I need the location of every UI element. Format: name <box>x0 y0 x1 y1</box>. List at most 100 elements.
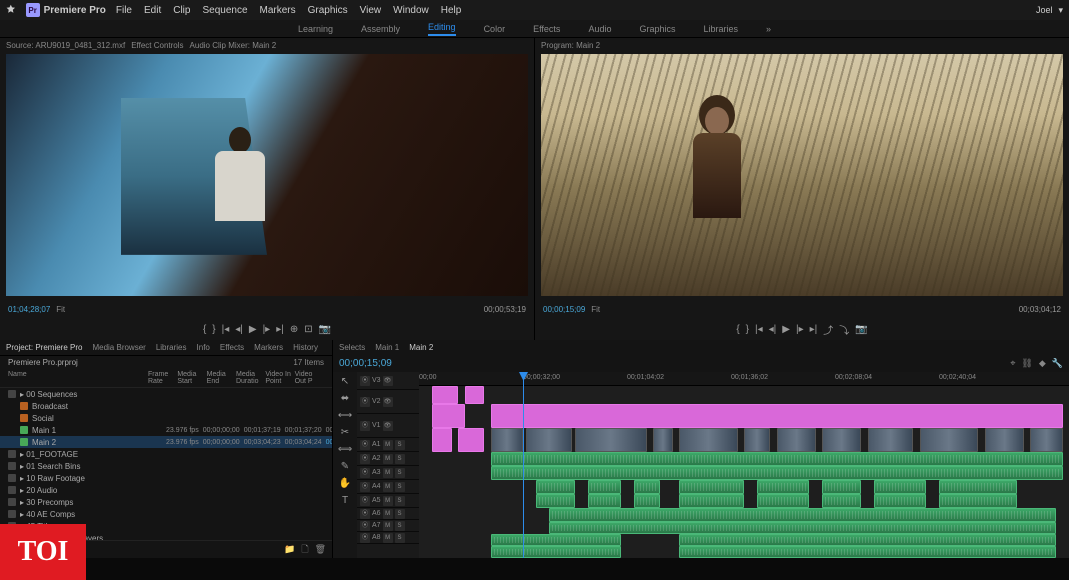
clip[interactable] <box>432 428 452 452</box>
audio-track-header[interactable]: ⦿A1MS <box>357 438 419 452</box>
audio-track-header[interactable]: ⦿A2MS <box>357 452 419 466</box>
marker-icon[interactable]: ◆ <box>1039 358 1046 369</box>
overwrite-icon[interactable]: ⊡ <box>304 324 312 335</box>
source-viewer[interactable] <box>6 54 528 296</box>
audio-track-header[interactable]: ⦿A4MS <box>357 480 419 494</box>
project-item[interactable]: ▸ 30 Precomps <box>0 496 332 508</box>
goto-out-icon[interactable]: ▸| <box>810 324 818 335</box>
program-zoom[interactable]: Fit <box>591 305 600 314</box>
mark-in-icon[interactable]: { <box>203 324 206 335</box>
column-header[interactable]: Media End <box>207 371 236 385</box>
audio-track-header[interactable]: ⦿A7MS <box>357 520 419 532</box>
new-bin-icon[interactable]: 📁 <box>284 544 295 555</box>
audio-clip[interactable] <box>588 494 621 508</box>
clip[interactable] <box>526 428 572 452</box>
audio-track-header[interactable]: ⦿A3MS <box>357 466 419 480</box>
audio-clip[interactable] <box>679 480 744 494</box>
workspace-libraries[interactable]: Libraries <box>703 24 738 34</box>
workspace-overflow-icon[interactable]: » <box>766 24 771 34</box>
audio-clip[interactable] <box>491 466 1063 480</box>
sequence-tab[interactable]: Main 1 <box>375 343 399 352</box>
project-tab[interactable]: History <box>293 343 318 352</box>
razor-tool-icon[interactable]: ✂ <box>341 427 349 438</box>
audio-clip[interactable] <box>822 494 861 508</box>
menu-clip[interactable]: Clip <box>173 5 190 16</box>
sequence-tab[interactable]: Main 2 <box>409 343 433 352</box>
project-tab[interactable]: Info <box>197 343 210 352</box>
audio-clip[interactable] <box>491 452 1063 466</box>
clip[interactable] <box>920 428 979 452</box>
audio-clip[interactable] <box>634 494 660 508</box>
track-select-icon[interactable]: ⬌ <box>341 393 349 404</box>
project-item[interactable]: ▸ 40 AE Comps <box>0 508 332 520</box>
source-tc-in[interactable]: 01;04;28;07 <box>8 305 50 314</box>
workspace-color[interactable]: Color <box>484 24 506 34</box>
mark-out-icon[interactable]: } <box>212 324 215 335</box>
audio-clip[interactable] <box>939 480 1017 494</box>
audio-clip[interactable] <box>874 494 926 508</box>
project-list[interactable]: ▸ 00 SequencesBroadcastSocialMain 123.97… <box>0 388 332 540</box>
wrench-icon[interactable]: 🔧 <box>1052 358 1063 369</box>
goto-in-icon[interactable]: |◂ <box>755 324 763 335</box>
mark-in-icon[interactable]: { <box>736 324 739 335</box>
menu-sequence[interactable]: Sequence <box>202 5 247 16</box>
audio-clip[interactable] <box>679 494 744 508</box>
step-back-icon[interactable]: ◂| <box>235 324 243 335</box>
menu-view[interactable]: View <box>360 5 382 16</box>
workspace-graphics[interactable]: Graphics <box>639 24 675 34</box>
column-header[interactable]: Name <box>8 371 148 385</box>
program-viewer[interactable] <box>541 54 1063 296</box>
timeline-ruler[interactable]: 00;0000;00;32;0000;01;04;0200;01;36;0200… <box>419 372 1069 386</box>
column-header[interactable]: Media Duratio <box>236 371 265 385</box>
audio-clip[interactable] <box>634 480 660 494</box>
audio-clip[interactable] <box>679 546 1056 558</box>
program-title[interactable]: Program: Main 2 <box>541 41 600 50</box>
menu-graphics[interactable]: Graphics <box>308 5 348 16</box>
menu-markers[interactable]: Markers <box>260 5 296 16</box>
column-header[interactable]: Media Start <box>177 371 206 385</box>
project-item[interactable]: ▸ 10 Raw Footage <box>0 472 332 484</box>
audio-clip[interactable] <box>874 480 926 494</box>
audio-clip[interactable] <box>491 546 621 558</box>
column-header[interactable]: Video Out P <box>295 371 324 385</box>
audio-clip[interactable] <box>491 534 621 546</box>
ripple-tool-icon[interactable]: ⟷ <box>338 410 352 421</box>
project-tab[interactable]: Markers <box>254 343 283 352</box>
selection-tool-icon[interactable]: ↖ <box>341 376 349 387</box>
clip[interactable] <box>491 428 524 452</box>
audio-clip[interactable] <box>536 494 575 508</box>
tab-audio-mixer[interactable]: Audio Clip Mixer: Main 2 <box>190 41 277 50</box>
clip[interactable] <box>777 428 816 452</box>
source-zoom[interactable]: Fit <box>56 305 65 314</box>
audio-clip[interactable] <box>757 494 809 508</box>
video-track-header[interactable]: ⦿V1👁 <box>357 414 419 438</box>
clip[interactable] <box>575 428 647 452</box>
workspace-learning[interactable]: Learning <box>298 24 333 34</box>
lift-icon[interactable]: ⤴ <box>823 322 833 337</box>
video-track-header[interactable]: ⦿V3👁 <box>357 372 419 390</box>
source-tc-out[interactable]: 00;00;53;19 <box>484 305 526 314</box>
program-tc-out[interactable]: 00;03;04;12 <box>1019 305 1061 314</box>
audio-clip[interactable] <box>549 522 1056 534</box>
audio-clip[interactable] <box>757 480 809 494</box>
audio-clip[interactable] <box>536 480 575 494</box>
step-fwd-icon[interactable]: |▸ <box>263 324 271 335</box>
play-icon[interactable]: ▶ <box>782 324 790 335</box>
trash-icon[interactable]: 🗑 <box>315 544 326 555</box>
clip[interactable] <box>465 386 485 404</box>
audio-clip[interactable] <box>939 494 1017 508</box>
menu-edit[interactable]: Edit <box>144 5 161 16</box>
workspace-audio[interactable]: Audio <box>588 24 611 34</box>
clip[interactable] <box>744 428 770 452</box>
new-item-icon[interactable]: 🗋 <box>301 542 308 558</box>
menu-window[interactable]: Window <box>393 5 429 16</box>
playhead[interactable] <box>523 372 524 558</box>
timeline-timecode[interactable]: 00;00;15;09 <box>339 358 392 369</box>
clip[interactable] <box>868 428 914 452</box>
hand-tool-icon[interactable]: ✋ <box>339 478 351 489</box>
clip[interactable] <box>432 386 458 404</box>
workspace-assembly[interactable]: Assembly <box>361 24 400 34</box>
link-icon[interactable]: ⛓ <box>1021 358 1032 369</box>
play-icon[interactable]: ▶ <box>249 324 257 335</box>
project-item[interactable]: ▸ 01 Search Bins <box>0 460 332 472</box>
